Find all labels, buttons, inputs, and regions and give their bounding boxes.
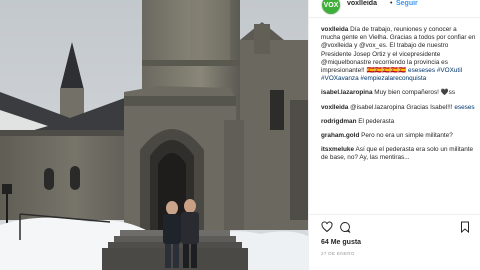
bookmark-icon[interactable]	[459, 221, 471, 233]
post-photo[interactable]	[0, 0, 308, 270]
comment-item: itsxmeluke Así que el pederasta era solo…	[321, 146, 477, 162]
comment-username-link[interactable]: isabel.lazaropina	[321, 89, 373, 96]
comment-text: Pero no era un simple militante?	[361, 132, 453, 140]
comment-hashtags[interactable]: eseses	[454, 104, 474, 111]
follow-button[interactable]: Seguir	[396, 0, 418, 7]
likes-count[interactable]: 64 Me gusta	[321, 239, 361, 246]
comment-icon[interactable]	[339, 221, 351, 233]
comment-item: voxlleida @isabel.lazaropina Gracias Isa…	[321, 104, 477, 112]
comment-username-link[interactable]: voxlleida	[321, 26, 348, 33]
comment-username-link[interactable]: itsxmeluke	[321, 146, 354, 153]
comment-text: @isabel.lazaropina Gracias Isabel!!!	[350, 103, 453, 111]
post-header: VOX voxlleida • Seguir	[309, 0, 480, 18]
comment-username-link[interactable]: voxlleida	[321, 104, 348, 111]
comment-item: rodrigdman El pederasta	[321, 118, 477, 126]
post-detail-panel: VOX voxlleida • Seguir voxlleida Día de …	[308, 0, 480, 270]
comment-username-link[interactable]: graham.gold	[321, 132, 359, 139]
post-actions: 64 Me gusta 27 DE ENERO	[309, 214, 480, 270]
avatar[interactable]: VOX	[321, 0, 341, 15]
post-date: 27 DE ENERO	[321, 251, 355, 256]
heart-icon[interactable]	[321, 221, 333, 233]
header-separator: •	[390, 0, 393, 7]
comment-text: El pederasta	[358, 117, 395, 125]
header-username-link[interactable]: voxlleida	[347, 0, 377, 7]
comment-item: graham.gold Pero no era un simple milita…	[321, 132, 477, 140]
comment-text: Muy bien compañeros! 🖤ss	[374, 89, 456, 97]
church-photo-image	[0, 0, 308, 270]
comment-item: voxlleida Día de trabajo, reuniones y co…	[321, 26, 477, 83]
comment-item: isabel.lazaropina Muy bien compañeros! 🖤…	[321, 89, 477, 97]
comments-list[interactable]: voxlleida Día de trabajo, reuniones y co…	[321, 26, 477, 214]
comment-username-link[interactable]: rodrigdman	[321, 118, 357, 125]
